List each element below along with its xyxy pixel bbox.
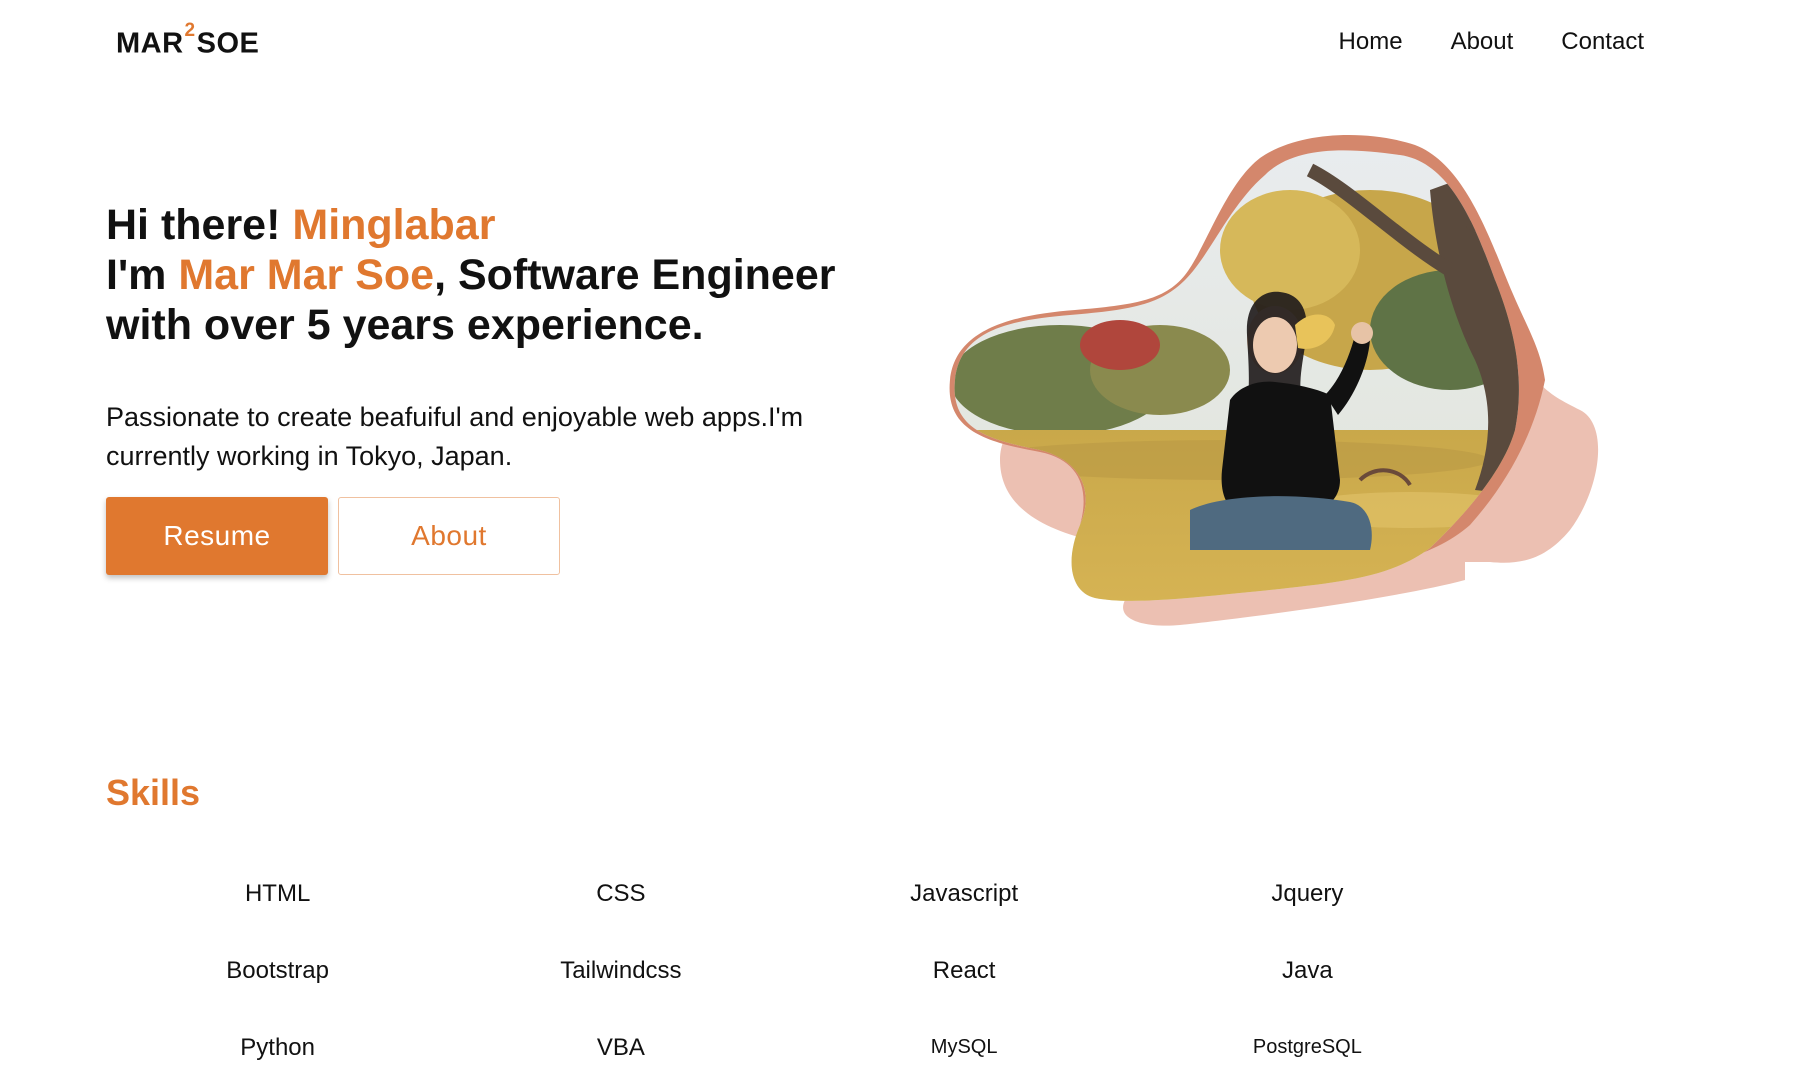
logo-text-right: SOE: [196, 27, 260, 60]
skills-grid: HTML CSS Javascript Jquery Bootstrap Tai…: [106, 855, 1479, 1079]
skill-postgresql: PostgreSQL: [1252, 1036, 1362, 1058]
job-title-text: , Software Engineer: [434, 251, 836, 299]
skill-bootstrap: Bootstrap: [226, 956, 329, 984]
greeting-accent: Minglabar: [292, 201, 496, 249]
profile-photo-blob: [949, 135, 1599, 626]
hero-description: Passionate to create beafuiful and enjoy…: [106, 402, 804, 471]
skill-css: CSS: [596, 879, 646, 907]
photo-scene: [954, 150, 1519, 601]
logo-superscript: 2: [184, 20, 196, 41]
nav-contact-link[interactable]: Contact: [1561, 28, 1644, 56]
name-accent: Mar Mar Soe: [178, 251, 435, 299]
skill-java: Java: [1282, 956, 1333, 984]
hero-heading-line-3: with over 5 years experience.: [106, 301, 704, 349]
resume-button[interactable]: Resume: [106, 497, 328, 575]
skill-html: HTML: [244, 879, 311, 907]
main-nav: Home About Contact: [1339, 28, 1644, 56]
skill-python: Python: [240, 1033, 315, 1061]
hero-heading-line-2: I'm Mar Mar Soe, Software Engineer: [106, 250, 866, 300]
intro-text: I'm: [106, 251, 179, 299]
hero-heading-line-1: Hi there! Minglabar: [106, 200, 866, 250]
skill-mysql: MySQL: [930, 1036, 998, 1058]
skill-jquery: Jquery: [1271, 879, 1344, 907]
hero-heading: Hi there! Minglabar I'm Mar Mar Soe, Sof…: [106, 200, 866, 350]
nav-home-link[interactable]: Home: [1339, 28, 1403, 56]
skill-tailwindcss: Tailwindcss: [560, 956, 682, 984]
about-button[interactable]: About: [338, 497, 560, 575]
nav-about-link[interactable]: About: [1451, 28, 1514, 56]
skills-heading: Skills: [106, 772, 201, 813]
skill-vba: VBA: [596, 1033, 645, 1061]
skill-javascript: Javascript: [910, 879, 1019, 907]
site-logo[interactable]: MAR2SOE: [116, 20, 260, 61]
portfolio-page: MAR2SOE Home About Contact Hi there! Min…: [0, 0, 1800, 1079]
logo-text-left: MAR: [116, 27, 184, 60]
skill-react: React: [932, 956, 996, 984]
greeting-text: Hi there!: [106, 201, 293, 249]
